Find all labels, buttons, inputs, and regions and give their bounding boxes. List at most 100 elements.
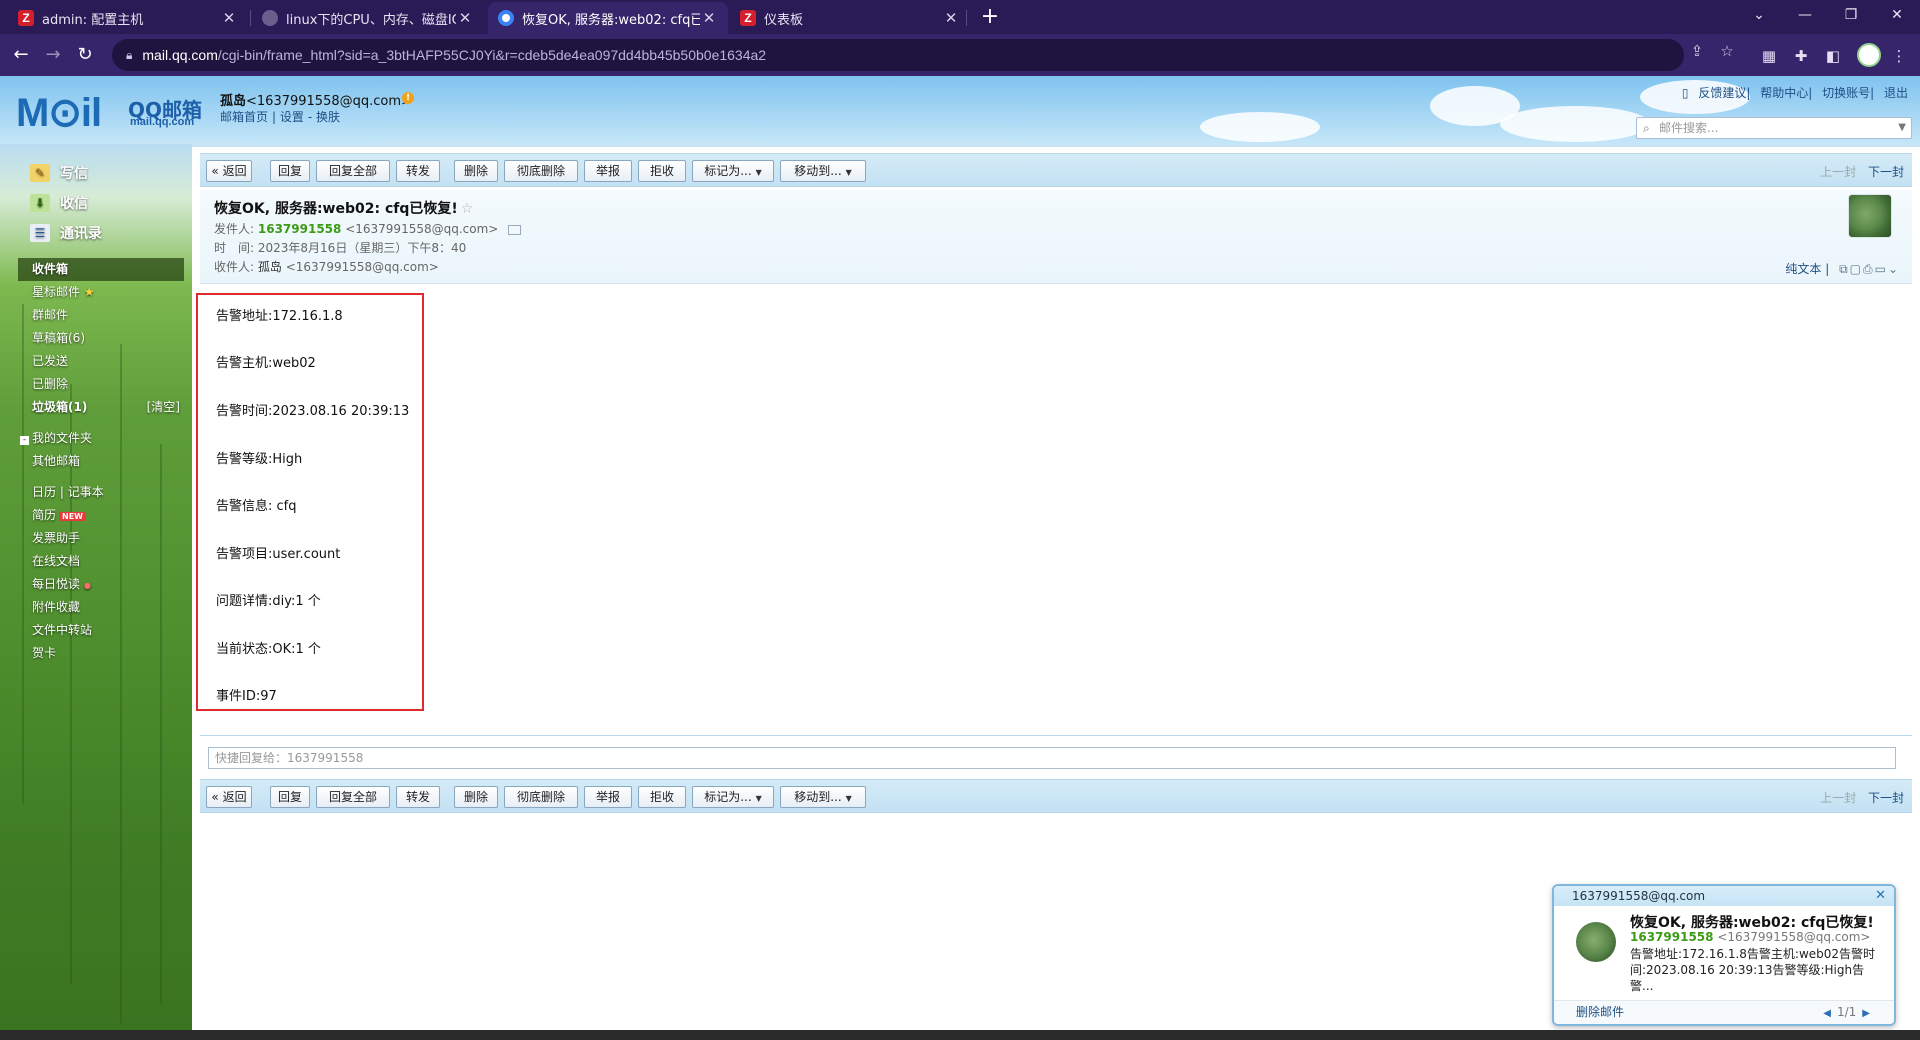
my-folders-toggle[interactable]: - 我的文件夹 (18, 427, 184, 450)
prev-mail-link[interactable]: 上一封 (1820, 791, 1856, 805)
move-to-dropdown[interactable]: 移动到... ▼ (780, 160, 866, 182)
folder-deleted[interactable]: 已删除 (18, 373, 184, 396)
greeting-cards-link[interactable]: 贺卡 (18, 642, 184, 665)
switch-account-link[interactable]: 切换账号 (1822, 86, 1870, 100)
new-mail-notification[interactable]: 1637991558@qq.com ✕ 恢复OK, 服务器:web02: cfq… (1552, 884, 1896, 1026)
tab-dashboard[interactable]: Z 仪表板 ✕ (730, 2, 970, 34)
star-icon[interactable]: ☆ (461, 201, 474, 217)
new-tab-button[interactable]: + (976, 4, 1004, 32)
side-panel-icon[interactable]: ◧ (1822, 47, 1844, 65)
other-mailbox-link[interactable]: 其他邮箱 (18, 450, 184, 473)
file-transfer-link[interactable]: 文件中转站 (18, 619, 184, 642)
chevron-down-icon[interactable]: ▼ (1898, 118, 1906, 138)
calendar-link[interactable]: 日历 (32, 485, 56, 499)
tab-linux-cpu[interactable]: linux下的CPU、内存、磁盘IO、 ✕ (252, 2, 484, 34)
notification-account: 1637991558@qq.com (1572, 889, 1706, 903)
report-button[interactable]: 举报 (584, 786, 632, 808)
view-mode-icons[interactable]: ⧉▢⎙▭⌄ (1839, 262, 1900, 276)
daily-read-link[interactable]: 每日悦读 ● (18, 573, 184, 596)
attachments-link[interactable]: 附件收藏 (18, 596, 184, 619)
folder-starred[interactable]: 星标邮件 ★ (18, 281, 184, 304)
forward-arrow-icon[interactable]: → (40, 42, 66, 68)
mark-as-dropdown[interactable]: 标记为... ▼ (692, 786, 774, 808)
chevron-down-icon: ▼ (845, 168, 852, 177)
folder-group[interactable]: 群邮件 (18, 304, 184, 327)
delete-forever-button[interactable]: 彻底删除 (504, 160, 578, 182)
window-close-button[interactable]: ✕ (1874, 0, 1920, 30)
tab-zabbix-config[interactable]: Z admin: 配置主机 ✕ (8, 2, 248, 34)
qq-mail-logo[interactable]: M⊙il (16, 90, 102, 136)
close-icon[interactable]: ✕ (1875, 886, 1886, 906)
resume-link[interactable]: 简历 NEW (18, 504, 184, 527)
back-button[interactable]: « 返回 (206, 786, 252, 808)
notice-icon[interactable]: ! (402, 92, 414, 104)
bookmark-star-icon[interactable]: ☆ (1716, 42, 1738, 60)
close-icon[interactable]: ✕ (700, 9, 718, 27)
puzzle-icon[interactable]: ✚ (1790, 47, 1812, 65)
next-mail-link[interactable]: 下一封 (1868, 165, 1904, 179)
contacts-link[interactable]: ☰ 通讯录 (30, 218, 102, 248)
close-icon[interactable]: ✕ (220, 9, 238, 27)
reject-button[interactable]: 拒收 (638, 786, 686, 808)
notification-subject[interactable]: 恢复OK, 服务器:web02: cfq已恢复! (1630, 912, 1874, 932)
tab-title: linux下的CPU、内存、磁盘IO、 (286, 12, 456, 28)
prev-mail-link[interactable]: 上一封 (1820, 165, 1856, 179)
next-mail-link[interactable]: 下一封 (1868, 791, 1904, 805)
compose-link[interactable]: ✎ 写信 (30, 158, 102, 188)
settings-link[interactable]: 设置 (280, 110, 304, 124)
extension-icon[interactable]: ▦ (1758, 47, 1780, 65)
quick-reply-input[interactable]: 快捷回复给：1637991558 (208, 747, 1896, 769)
menu-kebab-icon[interactable]: ⋮ (1888, 47, 1910, 65)
chevron-left-icon[interactable]: ◀ (1823, 1008, 1831, 1019)
reply-all-button[interactable]: 回复全部 (316, 160, 390, 182)
reply-all-button[interactable]: 回复全部 (316, 786, 390, 808)
notebook-link[interactable]: 记事本 (68, 485, 104, 499)
profile-avatar[interactable] (1857, 43, 1881, 67)
move-to-dropdown[interactable]: 移动到... ▼ (780, 786, 866, 808)
contact-card-icon[interactable] (508, 224, 522, 235)
restore-button[interactable]: ❐ (1828, 0, 1874, 30)
reply-button[interactable]: 回复 (270, 160, 310, 182)
mobile-icon[interactable]: ▯ (1682, 86, 1689, 100)
delete-button[interactable]: 删除 (454, 160, 498, 182)
url-field[interactable]: 🔒︎ mail.qq.com/cgi-bin/frame_html?sid=a_… (112, 39, 1684, 71)
tab-qq-mail[interactable]: 恢复OK, 服务器:web02: cfq已恢 ✕ (488, 2, 728, 34)
report-button[interactable]: 举报 (584, 160, 632, 182)
reply-button[interactable]: 回复 (270, 786, 310, 808)
forward-button[interactable]: 转发 (396, 786, 440, 808)
folder-spam[interactable]: 垃圾箱(1) [清空] (18, 396, 184, 419)
plain-text-link[interactable]: 纯文本 (1785, 262, 1821, 276)
empty-spam-link[interactable]: [清空] (147, 396, 180, 419)
recipient-name[interactable]: 孤岛 (258, 260, 282, 274)
delete-button[interactable]: 删除 (454, 786, 498, 808)
logout-link[interactable]: 退出 (1884, 86, 1908, 100)
mailbox-home-link[interactable]: 邮箱首页 (220, 110, 268, 124)
delete-mail-link[interactable]: 删除邮件 (1576, 1001, 1624, 1023)
collapse-icon[interactable]: - (20, 436, 29, 445)
online-docs-link[interactable]: 在线文档 (18, 550, 184, 573)
mail-search-input[interactable]: ⌕ 邮件搜索... ▼ (1636, 117, 1912, 139)
help-link[interactable]: 帮助中心 (1760, 86, 1808, 100)
close-icon[interactable]: ✕ (456, 9, 474, 27)
folder-inbox[interactable]: 收件箱 (18, 258, 184, 281)
delete-forever-button[interactable]: 彻底删除 (504, 786, 578, 808)
folder-drafts[interactable]: 草稿箱(6) (18, 327, 184, 350)
mark-as-dropdown[interactable]: 标记为... ▼ (692, 160, 774, 182)
back-button[interactable]: « 返回 (206, 160, 252, 182)
invoice-assistant-link[interactable]: 发票助手 (18, 527, 184, 550)
share-icon[interactable]: ⇪ (1686, 42, 1708, 60)
change-skin-link[interactable]: 换肤 (316, 110, 340, 124)
feedback-link[interactable]: 反馈建议 (1698, 86, 1746, 100)
receive-link[interactable]: ⬇ 收信 (30, 188, 102, 218)
folder-sent[interactable]: 已发送 (18, 350, 184, 373)
reload-icon[interactable]: ↻ (72, 42, 98, 68)
back-arrow-icon[interactable]: ← (8, 42, 34, 68)
horizontal-scrollbar[interactable] (0, 1030, 1920, 1040)
close-icon[interactable]: ✕ (942, 9, 960, 27)
forward-button[interactable]: 转发 (396, 160, 440, 182)
minimize-button[interactable]: — (1782, 0, 1828, 30)
tab-search-icon[interactable]: ⌄ (1736, 0, 1782, 30)
reject-button[interactable]: 拒收 (638, 160, 686, 182)
chevron-right-icon[interactable]: ▶ (1862, 1008, 1870, 1019)
sender-name[interactable]: 1637991558 (258, 222, 342, 236)
